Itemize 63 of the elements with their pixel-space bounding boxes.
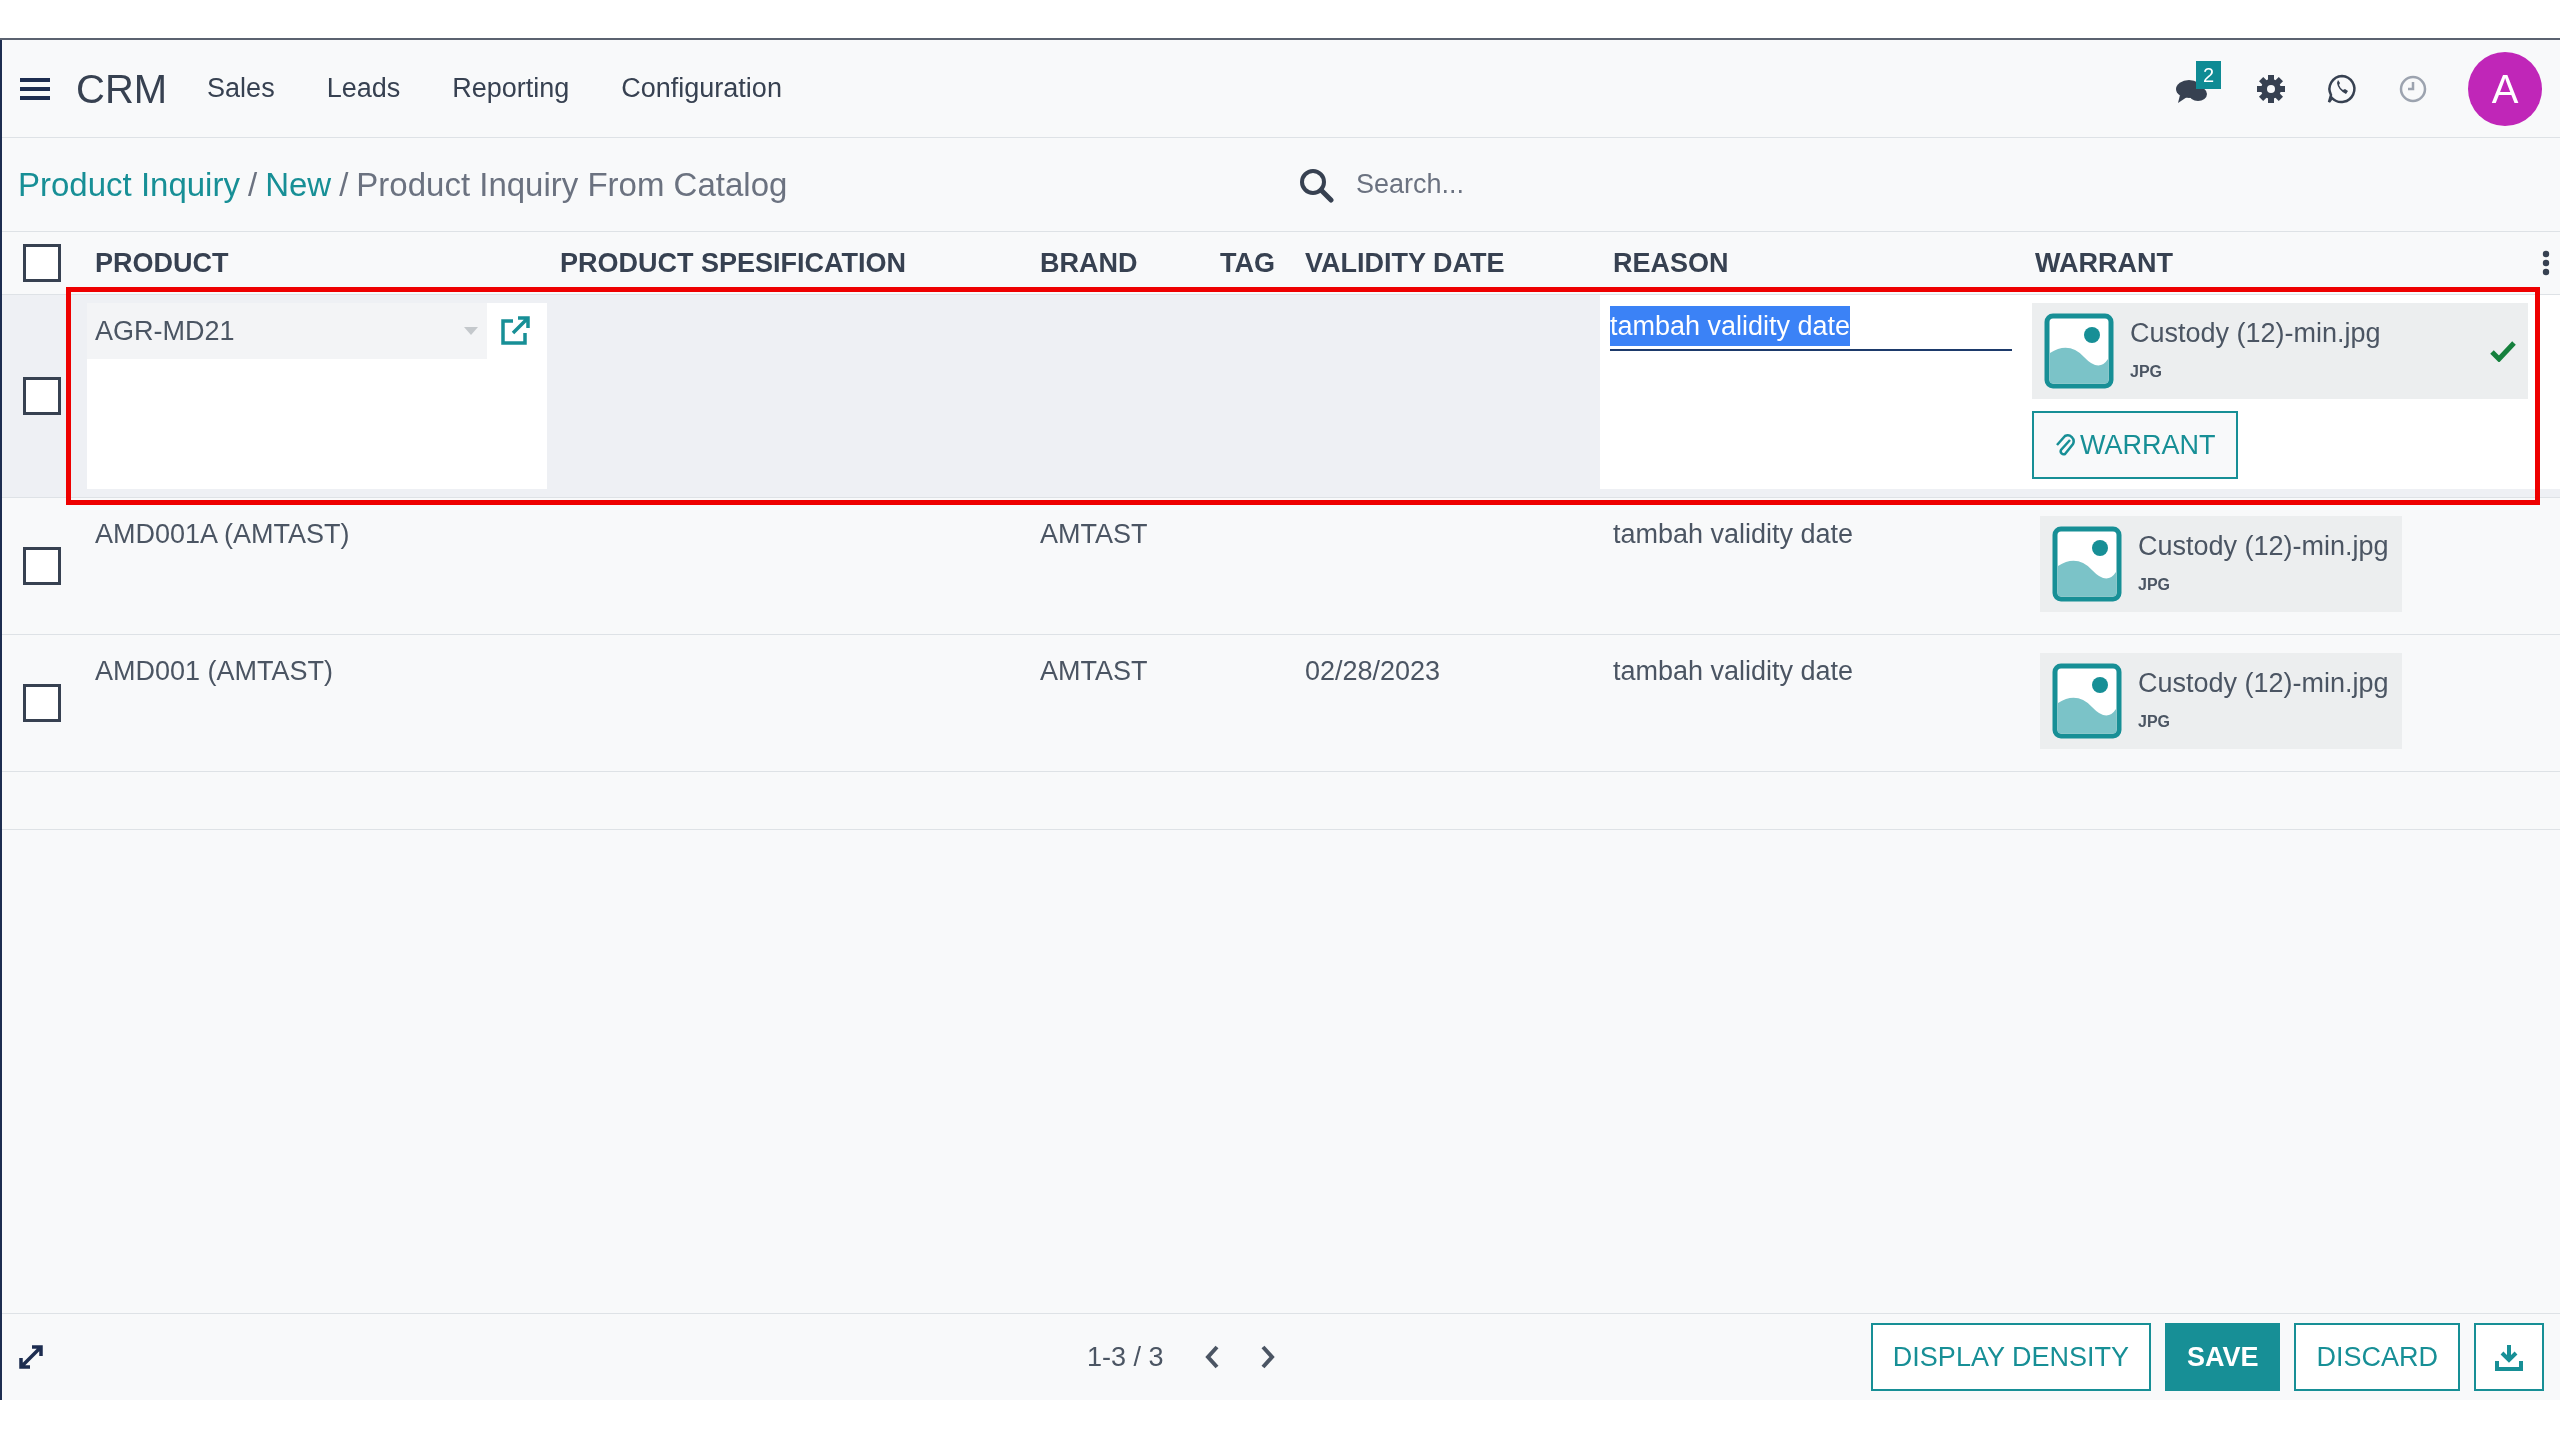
table-cell: AMTAST xyxy=(1040,656,1148,686)
attachment-card[interactable]: Custody (12)-min.jpg JPG xyxy=(2040,653,2402,749)
column-header[interactable]: REASON xyxy=(1613,242,1729,284)
footer-button[interactable]: DISPLAY DENSITY xyxy=(1870,1323,2151,1391)
column-header[interactable]: VALIDITY DATE xyxy=(1305,242,1505,284)
user-avatar[interactable]: A xyxy=(2468,51,2542,126)
column-header[interactable]: BRAND xyxy=(1040,242,1138,284)
expand-icon[interactable] xyxy=(18,1344,44,1370)
attach-warrant-button[interactable]: WARRANT xyxy=(2032,411,2238,479)
image-file-icon xyxy=(2052,663,2122,739)
row-checkbox[interactable] xyxy=(23,244,61,282)
row-checkbox[interactable] xyxy=(23,377,61,415)
search-icon[interactable] xyxy=(1298,166,1334,203)
product-select[interactable]: AGR-MD21 xyxy=(87,303,487,359)
paperclip-icon xyxy=(2054,432,2076,458)
more-options-icon[interactable] xyxy=(2542,250,2550,276)
next-page-icon[interactable] xyxy=(1259,1345,1276,1369)
image-file-icon xyxy=(2044,313,2114,389)
breadcrumb-separator: / xyxy=(339,164,349,205)
column-header[interactable]: WARRANT xyxy=(2035,242,2173,284)
column-header[interactable]: PRODUCT SPESIFICATION xyxy=(560,242,907,284)
nav-menu-item[interactable]: Reporting xyxy=(440,68,582,109)
menu-icon[interactable] xyxy=(20,76,50,101)
download-button[interactable] xyxy=(2474,1323,2544,1391)
nav-menu-item[interactable]: Configuration xyxy=(609,68,794,109)
breadcrumb-current: Product Inquiry From Catalog xyxy=(356,164,788,205)
breadcrumb-link[interactable]: New xyxy=(265,159,332,210)
phone-chat-icon[interactable] xyxy=(2326,72,2358,105)
column-header[interactable]: PRODUCT xyxy=(95,242,229,284)
attachment-card[interactable]: Custody (12)-min.jpg JPG xyxy=(2040,516,2402,612)
file-type: JPG xyxy=(2138,574,2171,595)
save-button[interactable]: SAVE xyxy=(2164,1323,2281,1391)
attachment-card[interactable]: Custody (12)-min.jpg JPG xyxy=(2032,303,2528,399)
table-cell: AMD001A (AMTAST) xyxy=(95,519,350,549)
file-type: JPG xyxy=(2138,711,2171,732)
download-icon xyxy=(2495,1343,2523,1371)
breadcrumb-separator: / xyxy=(247,164,258,205)
table-row[interactable]: AMD001A (AMTAST) AMTAST tambah validity date Custody (12)-min.jpg JPG xyxy=(2,498,2560,635)
table-cell: tambah validity date xyxy=(1613,656,1854,686)
pager-value[interactable]: 1-3 / 3 xyxy=(1087,1336,1164,1378)
previous-page-icon[interactable] xyxy=(1203,1345,1220,1369)
table-cell: tambah validity date xyxy=(1613,519,1854,549)
message-count-badge: 2 xyxy=(2196,60,2222,89)
footer-button[interactable]: DISCARD xyxy=(2294,1323,2460,1391)
external-link-icon[interactable] xyxy=(499,315,531,347)
table-cell: AMTAST xyxy=(1040,519,1148,549)
settings-icon[interactable] xyxy=(2256,73,2286,104)
row-checkbox[interactable] xyxy=(23,547,61,585)
table-cell: AMD001 (AMTAST) xyxy=(95,656,334,686)
file-type: JPG xyxy=(2130,361,2163,382)
table-row[interactable]: AMD001 (AMTAST) AMTAST 02/28/2023 tambah validity date Custody (12)-min.jpg JPG xyxy=(2,635,2560,772)
file-name: Custody (12)-min.jpg xyxy=(2130,317,2381,350)
row-checkbox[interactable] xyxy=(23,684,61,722)
app-title: CRM xyxy=(76,65,168,113)
file-name: Custody (12)-min.jpg xyxy=(2138,530,2389,563)
column-header[interactable]: TAG xyxy=(1220,242,1275,284)
file-name: Custody (12)-min.jpg xyxy=(2138,667,2389,700)
table-cell: 02/28/2023 xyxy=(1305,656,1441,686)
nav-menu-item[interactable]: Leads xyxy=(314,68,413,109)
breadcrumb-link[interactable]: Product Inquiry xyxy=(18,159,240,210)
nav-menu-item[interactable]: Sales xyxy=(195,68,287,109)
search-field[interactable]: Search... xyxy=(1356,164,1956,205)
image-file-icon xyxy=(2052,526,2122,602)
